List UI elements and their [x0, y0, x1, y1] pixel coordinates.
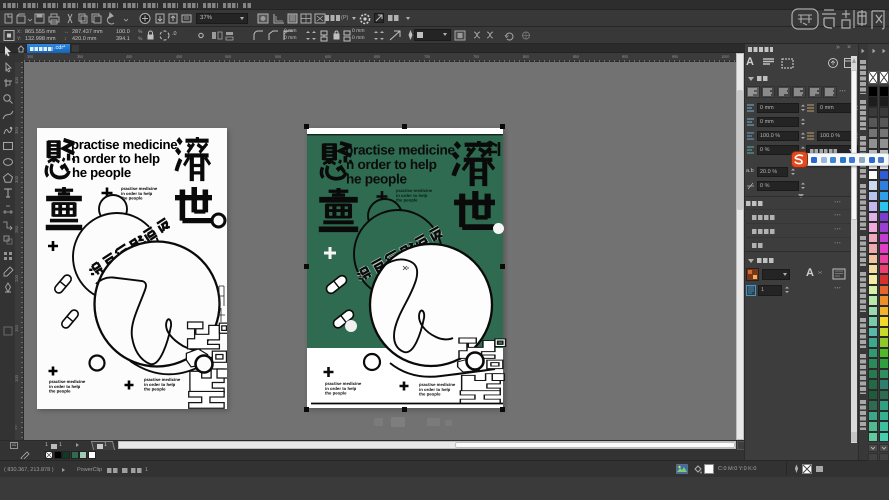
svg-text:the people: the people	[419, 392, 441, 397]
svg-text:n order to help: n order to help	[346, 157, 437, 172]
svg-text:the people: the people	[49, 389, 71, 394]
svg-text:n order to help: n order to help	[72, 151, 160, 166]
svg-text:the people: the people	[396, 198, 418, 203]
svg-text:the people: the people	[325, 391, 347, 396]
svg-text:practise medicine: practise medicine	[71, 137, 177, 152]
svg-text:he people: he people	[72, 165, 131, 180]
svg-text:practise medicine: practise medicine	[345, 143, 455, 158]
svg-text:the people: the people	[144, 387, 166, 392]
svg-text:he people: he people	[346, 172, 407, 187]
